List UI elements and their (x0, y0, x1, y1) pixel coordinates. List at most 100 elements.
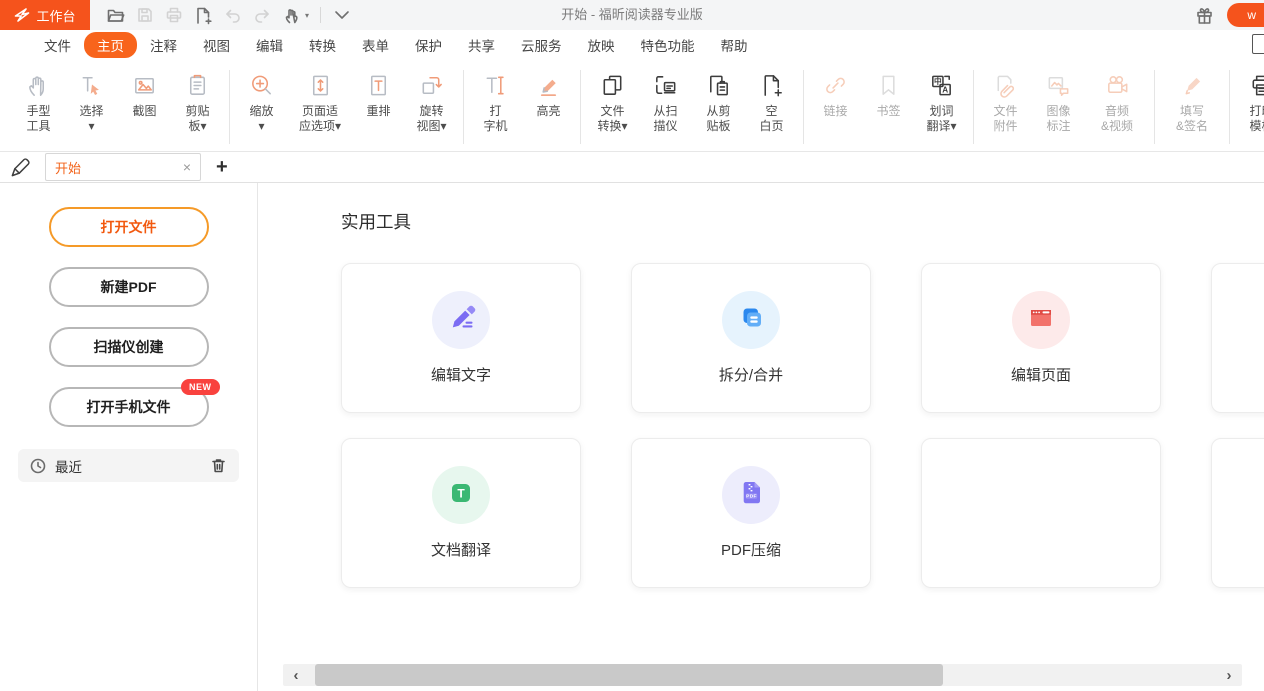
card-label: 拆分/合并 (719, 364, 783, 385)
foxit-logo-icon (14, 7, 30, 23)
undo-icon[interactable] (224, 6, 242, 24)
customize-chevron-icon[interactable] (332, 7, 352, 23)
print-icon[interactable] (165, 6, 183, 24)
redo-icon[interactable] (253, 6, 271, 24)
card-partial-2[interactable] (1211, 438, 1264, 588)
card-pdf-compress[interactable]: PDF PDF压缩 (631, 438, 871, 588)
audio-video-icon (1104, 69, 1131, 99)
menu-item-view[interactable]: 视图 (190, 32, 243, 58)
menu-item-present[interactable]: 放映 (575, 32, 628, 58)
tab-bar: 开始 × + (0, 152, 1264, 183)
upgrade-pill-button[interactable]: w (1227, 3, 1264, 27)
fill-sign-icon (1179, 69, 1206, 99)
menu-item-share[interactable]: 共享 (455, 32, 508, 58)
ribbon-button-snapshot[interactable]: 截图 (118, 69, 171, 120)
titlebar-right: w (1195, 3, 1264, 27)
snapshot-icon (131, 69, 158, 99)
svg-text:A: A (942, 85, 948, 94)
ribbon-button-audio-video[interactable]: 音频&视频 (1085, 69, 1149, 134)
new-tab-button[interactable]: + (216, 157, 228, 177)
ribbon-button-reflow[interactable]: 重排 (352, 69, 405, 120)
ribbon-button-hand-tool[interactable]: 手型工具 (12, 69, 65, 134)
scroll-right-button[interactable]: › (1216, 667, 1242, 684)
ribbon-button-zoom[interactable]: 缩放▾ (235, 69, 288, 134)
card-split-merge[interactable]: 拆分/合并 (631, 263, 871, 413)
ribbon-toolbar: 手型工具 选择▾ 截图 剪贴板▾ 缩放▾ 页面适应选项▾ 重排 (0, 60, 1264, 152)
section-title: 实用工具 (341, 209, 1264, 234)
save-icon[interactable] (136, 6, 154, 24)
menu-item-form[interactable]: 表单 (349, 32, 402, 58)
ribbon-button-typewriter[interactable]: 打字机 (469, 69, 522, 134)
hand-pointer-icon[interactable] (282, 6, 300, 24)
ribbon-button-blank-page[interactable]: 空白页 (745, 69, 798, 134)
ribbon-button-clipboard[interactable]: 剪贴板▾ (171, 69, 224, 134)
edit-pencil-icon[interactable] (9, 156, 32, 179)
workspace-button[interactable]: 工作台 (0, 0, 90, 30)
sidebar-open-file-button[interactable]: 打开文件 (49, 207, 209, 247)
link-icon (822, 69, 849, 99)
menu-item-file[interactable]: 文件 (31, 32, 84, 58)
hand-pointer-dropdown-arrow[interactable]: ▾ (305, 11, 309, 20)
trash-icon[interactable] (210, 457, 227, 474)
menu-item-comment[interactable]: 注释 (137, 32, 190, 58)
ribbon-button-link[interactable]: 链接 (809, 69, 862, 120)
ribbon-button-file-attachment[interactable]: 文件附件 (979, 69, 1032, 134)
split-merge-pages-icon (734, 301, 768, 340)
scroll-track[interactable] (309, 664, 1216, 686)
menu-item-featured[interactable]: 特色功能 (628, 32, 708, 58)
open-folder-icon[interactable] (106, 6, 125, 25)
scroll-thumb[interactable] (315, 664, 943, 686)
ribbon-button-bookmark[interactable]: 书签 (862, 69, 915, 120)
scroll-left-button[interactable]: ‹ (283, 667, 309, 684)
ribbon-button-word-translate[interactable]: 中A 划词翻译▾ (915, 69, 968, 134)
new-badge: NEW (181, 379, 220, 395)
sidebar-open-mobile-file-button[interactable]: 打开手机文件 NEW (49, 387, 209, 427)
horizontal-scrollbar[interactable]: ‹ › (283, 664, 1242, 686)
menu-item-convert[interactable]: 转换 (296, 32, 349, 58)
sidebar-new-pdf-button[interactable]: 新建PDF (49, 267, 209, 307)
ribbon-button-highlight[interactable]: 高亮 (522, 69, 575, 120)
side-panel-icon-partial[interactable] (1252, 34, 1264, 54)
ribbon-button-print-template[interactable]: 打印模板 (1235, 69, 1264, 134)
ribbon-button-fill-sign[interactable]: 填写&签名 (1160, 69, 1224, 134)
menu-item-protect[interactable]: 保护 (402, 32, 455, 58)
ribbon-button-from-scanner[interactable]: 从扫描仪 (639, 69, 692, 134)
upgrade-label: w (1247, 8, 1256, 22)
card-doc-translate[interactable]: T 文档翻译 (341, 438, 581, 588)
tab-start[interactable]: 开始 × (45, 153, 201, 181)
quick-access-divider (320, 7, 321, 23)
menu-item-edit[interactable]: 编辑 (243, 32, 296, 58)
tab-close-icon[interactable]: × (183, 160, 191, 174)
from-scanner-icon (652, 69, 679, 99)
body: 打开文件 新建PDF 扫描仪创建 打开手机文件 NEW 最近 (0, 183, 1264, 691)
file-convert-icon (599, 69, 626, 99)
sidebar: 打开文件 新建PDF 扫描仪创建 打开手机文件 NEW 最近 (0, 183, 258, 691)
image-annotation-icon (1045, 69, 1072, 99)
ribbon-button-image-annotation[interactable]: 图像标注 (1032, 69, 1085, 134)
menu-item-home[interactable]: 主页 (84, 32, 137, 58)
word-translate-icon: 中A (928, 69, 955, 99)
card-pdf-to-word[interactable]: W PDF转Word (1211, 263, 1264, 413)
svg-text:T: T (457, 486, 465, 500)
card-label: PDF压缩 (721, 539, 781, 560)
menu-item-cloud-service[interactable]: 云服务 (508, 32, 575, 58)
ribbon-button-fit-page-options[interactable]: 页面适应选项▾ (288, 69, 352, 134)
ribbon-button-rotate-view[interactable]: 旋转视图▾ (405, 69, 458, 134)
ribbon-button-select[interactable]: 选择▾ (65, 69, 118, 134)
ribbon-group-divider (1154, 70, 1155, 144)
gift-icon[interactable] (1195, 6, 1214, 25)
file-attachment-icon (992, 69, 1019, 99)
clock-icon (30, 458, 46, 474)
new-document-icon[interactable] (194, 6, 213, 25)
card-partial-1[interactable] (921, 438, 1161, 588)
recent-row[interactable]: 最近 (18, 449, 239, 482)
card-edit-pages[interactable]: 编辑页面 (921, 263, 1161, 413)
ribbon-button-from-clipboard[interactable]: 从剪贴板 (692, 69, 745, 134)
card-edit-text[interactable]: 编辑文字 (341, 263, 581, 413)
card-label: 文档翻译 (431, 539, 491, 560)
ribbon-button-file-convert[interactable]: 文件转换▾ (586, 69, 639, 134)
sidebar-scanner-create-button[interactable]: 扫描仪创建 (49, 327, 209, 367)
menu-item-help[interactable]: 帮助 (708, 32, 761, 58)
svg-text:PDF: PDF (746, 493, 757, 499)
menu-bar: 文件 主页 注释 视图 编辑 转换 表单 保护 共享 云服务 放映 特色功能 帮… (0, 30, 1264, 60)
